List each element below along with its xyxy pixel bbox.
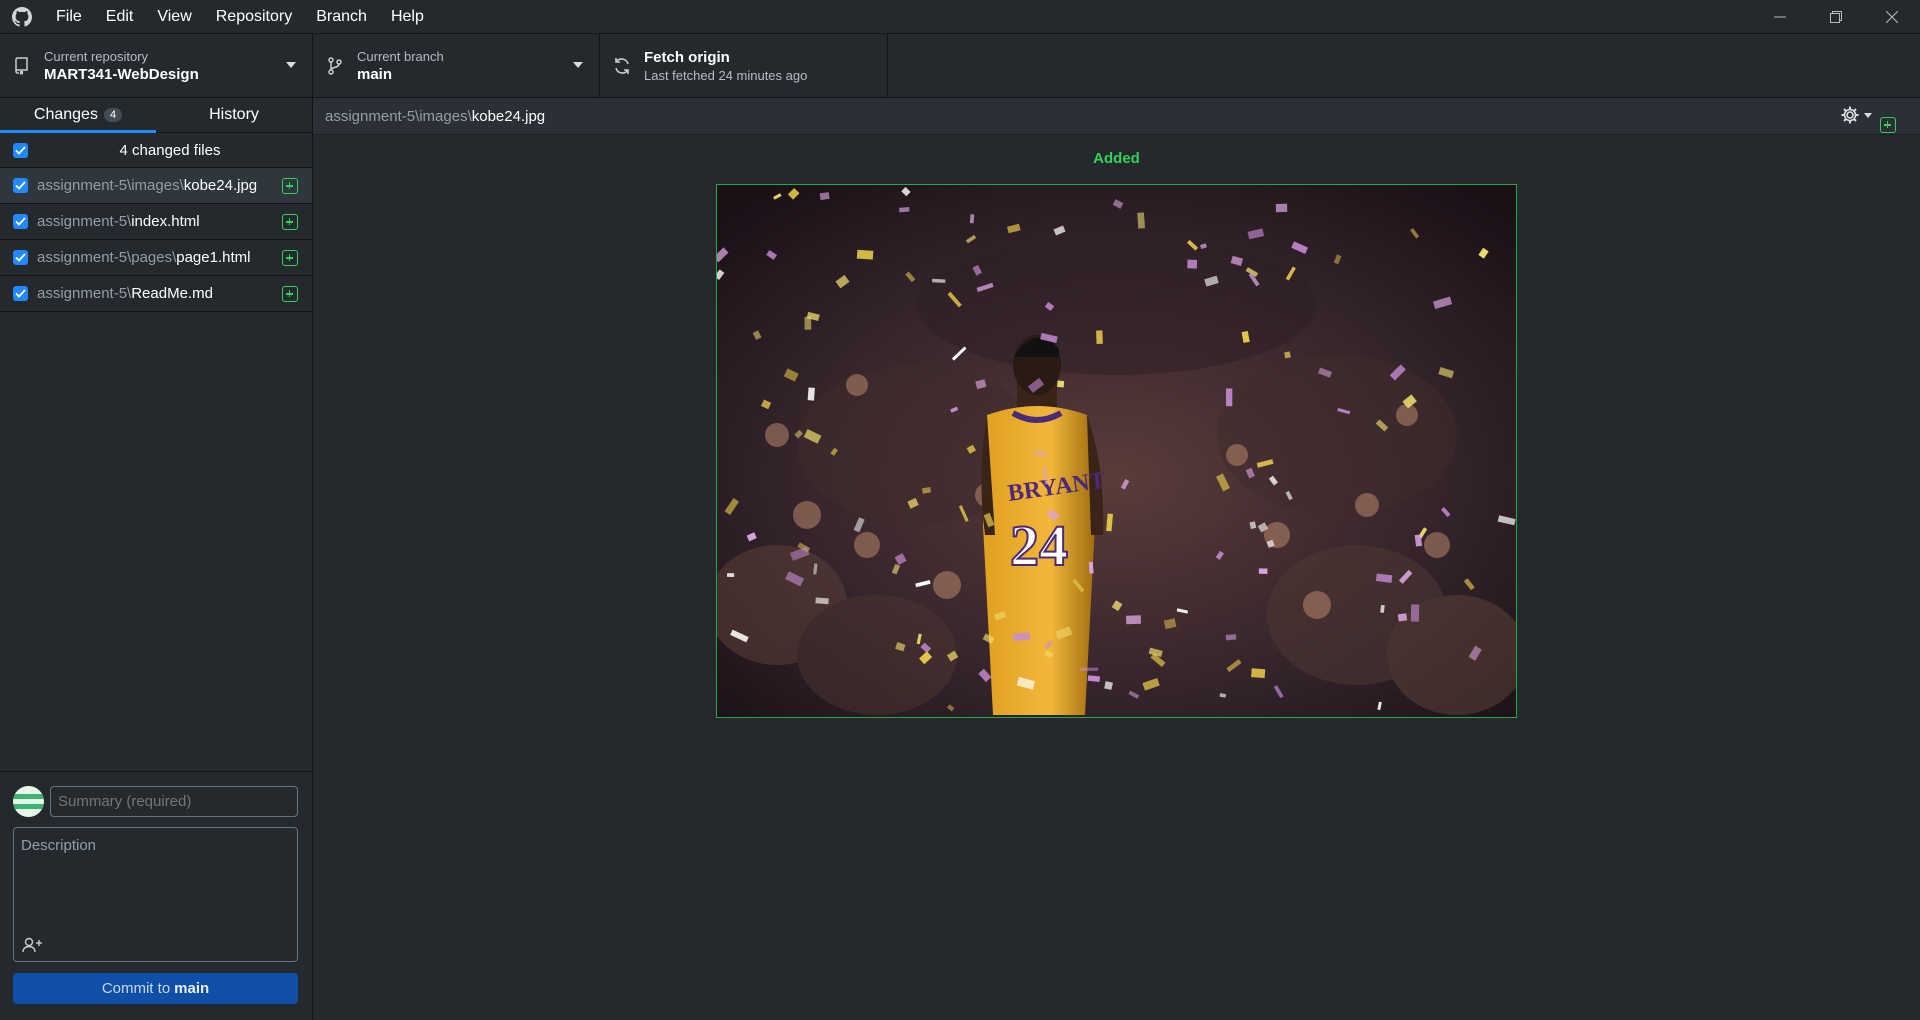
menu-help[interactable]: Help: [379, 0, 436, 34]
file-checkbox[interactable]: [13, 286, 28, 301]
file-name: kobe24.jpg: [183, 177, 258, 194]
diff-view: assignment-5\images\ kobe24.jpg Added BR…: [313, 98, 1920, 1020]
changed-files-count: 4 changed files: [119, 141, 221, 159]
file-checkbox[interactable]: [13, 250, 28, 265]
file-added-icon: [282, 286, 298, 302]
check-icon: [15, 253, 26, 262]
file-name: ReadMe.md: [131, 285, 213, 302]
sidebar-tabs: Changes 4 History: [0, 98, 312, 133]
diff-status-label: Added: [1093, 150, 1140, 167]
diff-settings-button[interactable]: [1840, 105, 1872, 125]
file-row[interactable]: assignment-5\index.html: [0, 204, 312, 240]
repo-label: Current repository: [44, 49, 149, 64]
repo-name: MART341-WebDesign: [44, 66, 199, 83]
restore-icon: [1830, 11, 1842, 23]
title-bar: File Edit View Repository Branch Help: [0, 0, 1920, 34]
menu-file[interactable]: File: [44, 0, 94, 34]
person-add-icon: [22, 937, 42, 953]
tab-history[interactable]: History: [156, 98, 312, 132]
check-icon: [15, 181, 26, 190]
commit-button-prefix: Commit to: [101, 980, 171, 997]
commit-button-branch: main: [174, 980, 210, 997]
file-path: assignment-5\pages\page1.html: [37, 249, 250, 266]
repo-icon: [0, 57, 44, 75]
chevron-down-icon: [573, 62, 583, 68]
branch-name: main: [357, 66, 393, 83]
fetch-title: Fetch origin: [644, 49, 730, 66]
sync-icon: [600, 56, 644, 76]
window-controls: [1752, 0, 1920, 34]
file-dir: assignment-5\pages\: [37, 249, 177, 266]
commit-panel: Description Commit tomain: [0, 771, 312, 1020]
minimize-button[interactable]: [1752, 0, 1808, 34]
file-row[interactable]: assignment-5\pages\page1.html: [0, 240, 312, 276]
file-path-header: assignment-5\images\ kobe24.jpg: [313, 98, 1920, 135]
file-path: assignment-5\index.html: [37, 213, 200, 230]
file-checkbox[interactable]: [13, 178, 28, 193]
github-logo-icon: [0, 0, 44, 34]
fetch-status: Last fetched 24 minutes ago: [644, 68, 808, 83]
commit-description-field[interactable]: Description: [13, 827, 298, 962]
header-file-dir: assignment-5\images\: [325, 107, 472, 125]
sidebar: Changes 4 History 4 changed files assign…: [0, 98, 313, 1020]
check-icon: [15, 289, 26, 298]
menu-edit[interactable]: Edit: [94, 0, 146, 34]
file-row[interactable]: assignment-5\images\kobe24.jpg: [0, 168, 312, 204]
minimize-icon: [1774, 16, 1786, 18]
file-dir: assignment-5\images\: [37, 177, 184, 194]
diff-tools: [1840, 105, 1910, 133]
branch-label: Current branch: [357, 49, 444, 64]
tab-changes-label: Changes: [33, 106, 98, 123]
tab-changes[interactable]: Changes 4: [0, 98, 156, 133]
file-checkbox[interactable]: [13, 214, 28, 229]
file-added-icon: [282, 214, 298, 230]
current-repository-selector[interactable]: Current repository MART341-WebDesign: [0, 34, 313, 98]
file-dir: assignment-5\: [37, 213, 132, 230]
select-all-checkbox[interactable]: [13, 142, 28, 158]
close-icon: [1886, 11, 1898, 23]
file-name: index.html: [131, 213, 200, 230]
tab-history-label: History: [209, 106, 259, 123]
file-added-icon: [282, 178, 298, 194]
close-window-button[interactable]: [1864, 0, 1920, 34]
file-name: page1.html: [176, 249, 251, 266]
current-branch-selector[interactable]: Current branch main: [313, 34, 600, 98]
kobe-image: BRYANT 24: [717, 185, 1516, 717]
toolbar: Current repository MART341-WebDesign Cur…: [0, 34, 1920, 98]
description-placeholder: Description: [21, 837, 97, 854]
jersey-number-text: 24: [1010, 513, 1068, 578]
restore-button[interactable]: [1808, 0, 1864, 34]
header-file-name: kobe24.jpg: [471, 107, 546, 125]
gear-icon: [1841, 106, 1859, 124]
add-co-author-button[interactable]: [20, 935, 46, 955]
changed-files-header: 4 changed files: [0, 133, 312, 168]
menu-branch[interactable]: Branch: [304, 0, 379, 34]
fetch-origin-button[interactable]: Fetch origin Last fetched 24 minutes ago: [600, 34, 888, 98]
file-added-icon: [1880, 117, 1896, 133]
menu-bar: File Edit View Repository Branch Help: [44, 0, 436, 34]
chevron-down-icon: [1864, 112, 1872, 118]
avatar: [13, 786, 44, 817]
file-row[interactable]: assignment-5\ReadMe.md: [0, 276, 312, 312]
chevron-down-icon: [286, 62, 296, 68]
menu-repository[interactable]: Repository: [204, 0, 304, 34]
file-added-icon: [282, 250, 298, 266]
file-path: assignment-5\images\kobe24.jpg: [37, 177, 257, 194]
changes-count-badge: 4: [103, 108, 123, 122]
branch-icon: [313, 57, 357, 75]
commit-summary-input[interactable]: [50, 786, 298, 817]
check-icon: [15, 217, 26, 226]
menu-view[interactable]: View: [145, 0, 203, 34]
image-preview: BRYANT 24: [716, 184, 1517, 718]
file-path: assignment-5\ReadMe.md: [37, 285, 213, 302]
check-icon: [15, 145, 26, 155]
file-dir: assignment-5\: [37, 285, 132, 302]
commit-button[interactable]: Commit to main: [13, 973, 298, 1004]
